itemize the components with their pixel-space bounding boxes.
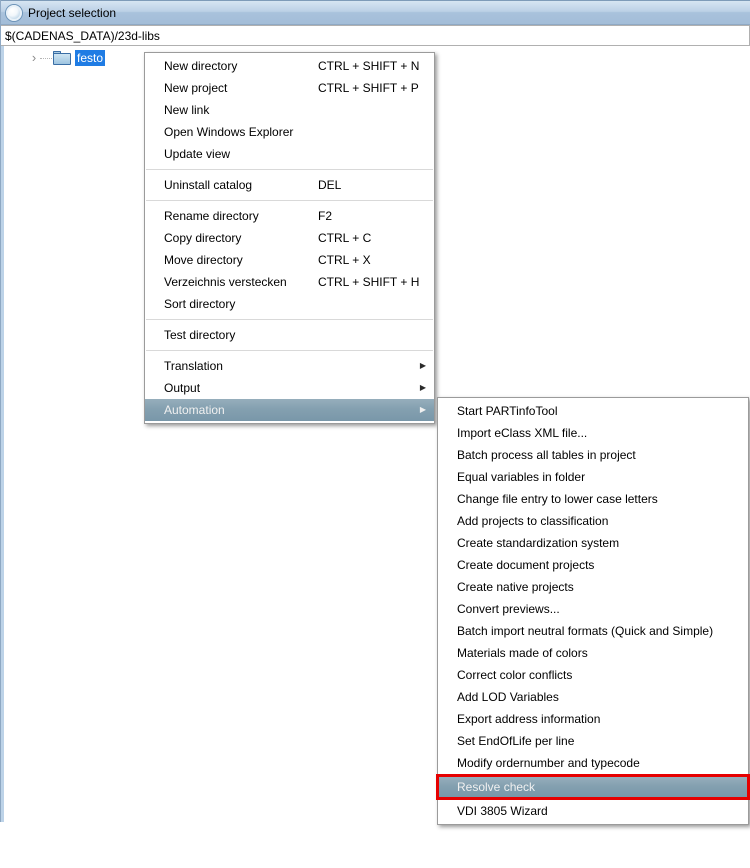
menu-item-start-partinfotool[interactable]: Start PARTinfoTool (438, 400, 748, 422)
tree-item-label[interactable]: festo (75, 50, 106, 66)
menu-item-new-link[interactable]: New link (145, 99, 434, 121)
menu-item-label: Materials made of colors (457, 646, 588, 660)
menu-item-move-directory[interactable]: Move directory CTRL + X (145, 249, 434, 271)
menu-item-convert-previews[interactable]: Convert previews... (438, 598, 748, 620)
menu-item-label: Batch process all tables in project (457, 448, 636, 462)
menu-item-label: VDI 3805 Wizard (457, 804, 548, 818)
menu-item-label: Update view (164, 147, 231, 161)
menu-item-label: Change file entry to lower case letters (457, 492, 658, 506)
menu-item-materials-made-of-colors[interactable]: Materials made of colors (438, 642, 748, 664)
menu-item-label: Export address information (457, 712, 601, 726)
menu-item-shortcut: CTRL + X (318, 253, 371, 267)
menu-item-batch-process-all-tables-in-project[interactable]: Batch process all tables in project (438, 444, 748, 466)
menu-item-update-view[interactable]: Update view (145, 143, 434, 165)
menu-item-label: Output (164, 381, 201, 395)
menu-item-new-directory[interactable]: New directory CTRL + SHIFT + N (145, 55, 434, 77)
menu-item-create-document-projects[interactable]: Create document projects (438, 554, 748, 576)
menu-separator (146, 350, 433, 351)
context-menu: New directory CTRL + SHIFT + N New project… (144, 52, 435, 424)
menu-item-label: Import eClass XML file... (457, 426, 588, 440)
title-bar: Project selection (1, 0, 750, 25)
menu-item-verzeichnis-verstecken[interactable]: Verzeichnis verstecken CTRL + SHIFT + H (145, 271, 434, 293)
menu-item-sort-directory[interactable]: Sort directory (145, 293, 434, 315)
project-selection-window: Project selection $(CADENAS_DATA)/23d-li… (0, 0, 750, 825)
window-title: Project selection (28, 5, 117, 20)
menu-item-new-project[interactable]: New project CTRL + SHIFT + P (145, 77, 434, 99)
menu-item-automation[interactable]: Automation ▶ (145, 399, 434, 421)
menu-item-label: New directory (164, 59, 238, 73)
menu-item-label: Set EndOfLife per line (457, 734, 575, 748)
menu-item-uninstall-catalog[interactable]: Uninstall catalog DEL (145, 174, 434, 196)
path-bar[interactable]: $(CADENAS_DATA)/23d-libs (1, 25, 750, 46)
tree-guide-line (40, 57, 52, 59)
menu-item-label: Batch import neutral formats (Quick and … (457, 624, 714, 638)
automation-submenu: Start PARTinfoTool Import eClass XML file… (436, 397, 750, 825)
menu-item-translation[interactable]: Translation ▶ (145, 355, 434, 377)
menu-item-shortcut: CTRL + SHIFT + P (318, 81, 419, 95)
menu-item-label: Verzeichnis verstecken (164, 275, 287, 289)
menu-item-modify-ordernumber-and-typecode[interactable]: Modify ordernumber and typecode (438, 752, 748, 774)
menu-item-label: Convert previews... (457, 602, 560, 616)
menu-item-label: Create native projects (457, 580, 574, 594)
menu-item-set-endoflife-per-line[interactable]: Set EndOfLife per line (438, 730, 748, 752)
submenu-arrow-icon: ▶ (419, 383, 426, 392)
menu-item-label: Create standardization system (457, 536, 620, 550)
tree-expander-icon[interactable]: › (29, 51, 39, 65)
menu-item-import-eclass-xml-file[interactable]: Import eClass XML file... (438, 422, 748, 444)
menu-item-shortcut: DEL (318, 178, 342, 192)
menu-item-add-projects-to-classification[interactable]: Add projects to classification (438, 510, 748, 532)
menu-item-label: Automation (164, 403, 225, 417)
menu-item-label: Move directory (164, 253, 243, 267)
menu-item-label: Copy directory (164, 231, 242, 245)
menu-item-batch-import-neutral-formats-quick-and-simple[interactable]: Batch import neutral formats (Quick and … (438, 620, 748, 642)
menu-item-label: Create document projects (457, 558, 595, 572)
menu-item-label: Open Windows Explorer (164, 125, 294, 139)
menu-separator (146, 319, 433, 320)
menu-separator (146, 169, 433, 170)
menu-item-open-windows-explorer[interactable]: Open Windows Explorer (145, 121, 434, 143)
menu-item-label: New link (164, 103, 210, 117)
menu-item-correct-color-conflicts[interactable]: Correct color conflicts (438, 664, 748, 686)
menu-item-label: Modify ordernumber and typecode (457, 756, 640, 770)
menu-item-label: New project (164, 81, 228, 95)
menu-item-change-file-entry-to-lower-case-letters[interactable]: Change file entry to lower case letters (438, 488, 748, 510)
tree-row-festo[interactable]: › festo (29, 49, 106, 67)
menu-item-shortcut: CTRL + SHIFT + N (318, 59, 420, 73)
menu-item-label: Uninstall catalog (164, 178, 253, 192)
menu-item-label: Test directory (164, 328, 236, 342)
menu-item-rename-directory[interactable]: Rename directory F2 (145, 205, 434, 227)
menu-item-test-directory[interactable]: Test directory (145, 324, 434, 346)
menu-item-label: Sort directory (164, 297, 236, 311)
path-text: $(CADENAS_DATA)/23d-libs (5, 28, 160, 43)
submenu-arrow-icon: ▶ (419, 405, 426, 414)
menu-separator (146, 200, 433, 201)
menu-item-vdi-3805-wizard[interactable]: VDI 3805 Wizard (438, 800, 748, 822)
menu-item-create-native-projects[interactable]: Create native projects (438, 576, 748, 598)
menu-item-add-lod-variables[interactable]: Add LOD Variables (438, 686, 748, 708)
menu-item-resolve-check[interactable]: Resolve check (436, 774, 750, 800)
menu-item-shortcut: CTRL + SHIFT + H (318, 275, 420, 289)
menu-item-copy-directory[interactable]: Copy directory CTRL + C (145, 227, 434, 249)
menu-item-label: Equal variables in folder (457, 470, 586, 484)
menu-item-label: Start PARTinfoTool (457, 404, 558, 418)
menu-item-export-address-information[interactable]: Export address information (438, 708, 748, 730)
menu-item-label: Translation (164, 359, 223, 373)
folder-icon (53, 51, 71, 65)
menu-item-label: Rename directory (164, 209, 259, 223)
menu-item-shortcut: CTRL + C (318, 231, 372, 245)
menu-item-label: Resolve check (457, 780, 536, 794)
menu-item-equal-variables-in-folder[interactable]: Equal variables in folder (438, 466, 748, 488)
menu-item-output[interactable]: Output ▶ (145, 377, 434, 399)
menu-item-label: Add projects to classification (457, 514, 609, 528)
menu-item-label: Add LOD Variables (457, 690, 559, 704)
menu-item-shortcut: F2 (318, 209, 333, 223)
submenu-arrow-icon: ▶ (419, 361, 426, 370)
window-sphere-icon (6, 4, 22, 21)
menu-item-label: Correct color conflicts (457, 668, 573, 682)
menu-item-create-standardization-system[interactable]: Create standardization system (438, 532, 748, 554)
